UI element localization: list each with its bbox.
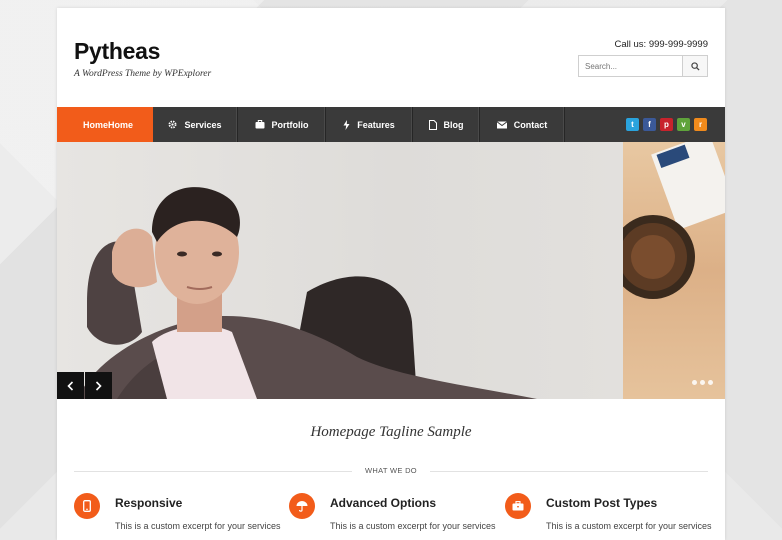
envelope-icon bbox=[496, 120, 507, 129]
search-form bbox=[578, 55, 708, 77]
slide-image-coffee bbox=[611, 142, 725, 399]
nav-item-label: Blog bbox=[443, 119, 464, 130]
slider-dot[interactable] bbox=[692, 380, 697, 385]
slide-image-man bbox=[57, 142, 623, 399]
site-tagline: A WordPress Theme by WPExplorer bbox=[74, 69, 212, 79]
slider-arrows bbox=[57, 372, 113, 399]
nav-item-blog[interactable]: Blog bbox=[413, 107, 480, 142]
nav-item-label: Portfolio bbox=[271, 119, 309, 130]
document-icon bbox=[428, 119, 437, 130]
social-links: t f p v r bbox=[626, 118, 707, 131]
bolt-icon bbox=[343, 119, 350, 130]
umbrella-icon bbox=[289, 493, 315, 519]
service-title[interactable]: Advanced Options bbox=[330, 496, 436, 510]
section-divider: WHAT WE DO bbox=[74, 465, 708, 477]
service-excerpt: This is a custom excerpt for your servic… bbox=[546, 521, 712, 531]
main-navigation: HomeHome Services Portfolio Features Blo… bbox=[57, 107, 725, 142]
chevron-right-icon bbox=[95, 380, 102, 391]
slider-dot[interactable] bbox=[700, 380, 705, 385]
site-logo[interactable]: Pytheas bbox=[74, 38, 160, 65]
leaf-icon[interactable]: v bbox=[677, 118, 690, 131]
call-us-text: Call us: 999-999-9999 bbox=[614, 39, 708, 50]
service-excerpt: This is a custom excerpt for your servic… bbox=[115, 521, 281, 531]
briefcase-icon bbox=[255, 120, 265, 129]
rss-icon[interactable]: r bbox=[694, 118, 707, 131]
search-icon bbox=[690, 61, 700, 71]
nav-item-home[interactable]: HomeHome bbox=[57, 107, 153, 142]
chevron-left-icon bbox=[67, 380, 74, 391]
slider-pagination bbox=[692, 380, 713, 385]
nav-item-contact[interactable]: Contact bbox=[480, 107, 565, 142]
mobile-icon bbox=[74, 493, 100, 519]
facebook-icon[interactable]: f bbox=[643, 118, 656, 131]
gear-icon bbox=[168, 120, 177, 129]
slider-dot[interactable] bbox=[708, 380, 713, 385]
homepage-slider bbox=[57, 142, 725, 399]
service-title[interactable]: Responsive bbox=[115, 496, 182, 510]
divider-line bbox=[430, 471, 708, 472]
nav-item-portfolio[interactable]: Portfolio bbox=[238, 107, 326, 142]
nav-item-label: HomeHome bbox=[82, 119, 133, 130]
slider-prev-button[interactable] bbox=[57, 372, 84, 399]
pinterest-icon[interactable]: p bbox=[660, 118, 673, 131]
nav-item-features[interactable]: Features bbox=[326, 107, 413, 142]
nav-item-label: Features bbox=[357, 119, 395, 130]
nav-item-label: Services bbox=[184, 119, 222, 130]
homepage-tagline: Homepage Tagline Sample bbox=[310, 424, 472, 440]
site-container: Pytheas A WordPress Theme by WPExplorer … bbox=[57, 8, 725, 540]
briefcase-icon bbox=[505, 493, 531, 519]
search-button[interactable] bbox=[682, 56, 707, 76]
twitter-icon[interactable]: t bbox=[626, 118, 639, 131]
slider-next-button[interactable] bbox=[85, 372, 112, 399]
search-input[interactable] bbox=[579, 56, 682, 76]
nav-item-label: Contact bbox=[513, 119, 548, 130]
nav-item-services[interactable]: Services bbox=[153, 107, 238, 142]
service-title[interactable]: Custom Post Types bbox=[546, 496, 657, 510]
service-excerpt: This is a custom excerpt for your servic… bbox=[330, 521, 496, 531]
